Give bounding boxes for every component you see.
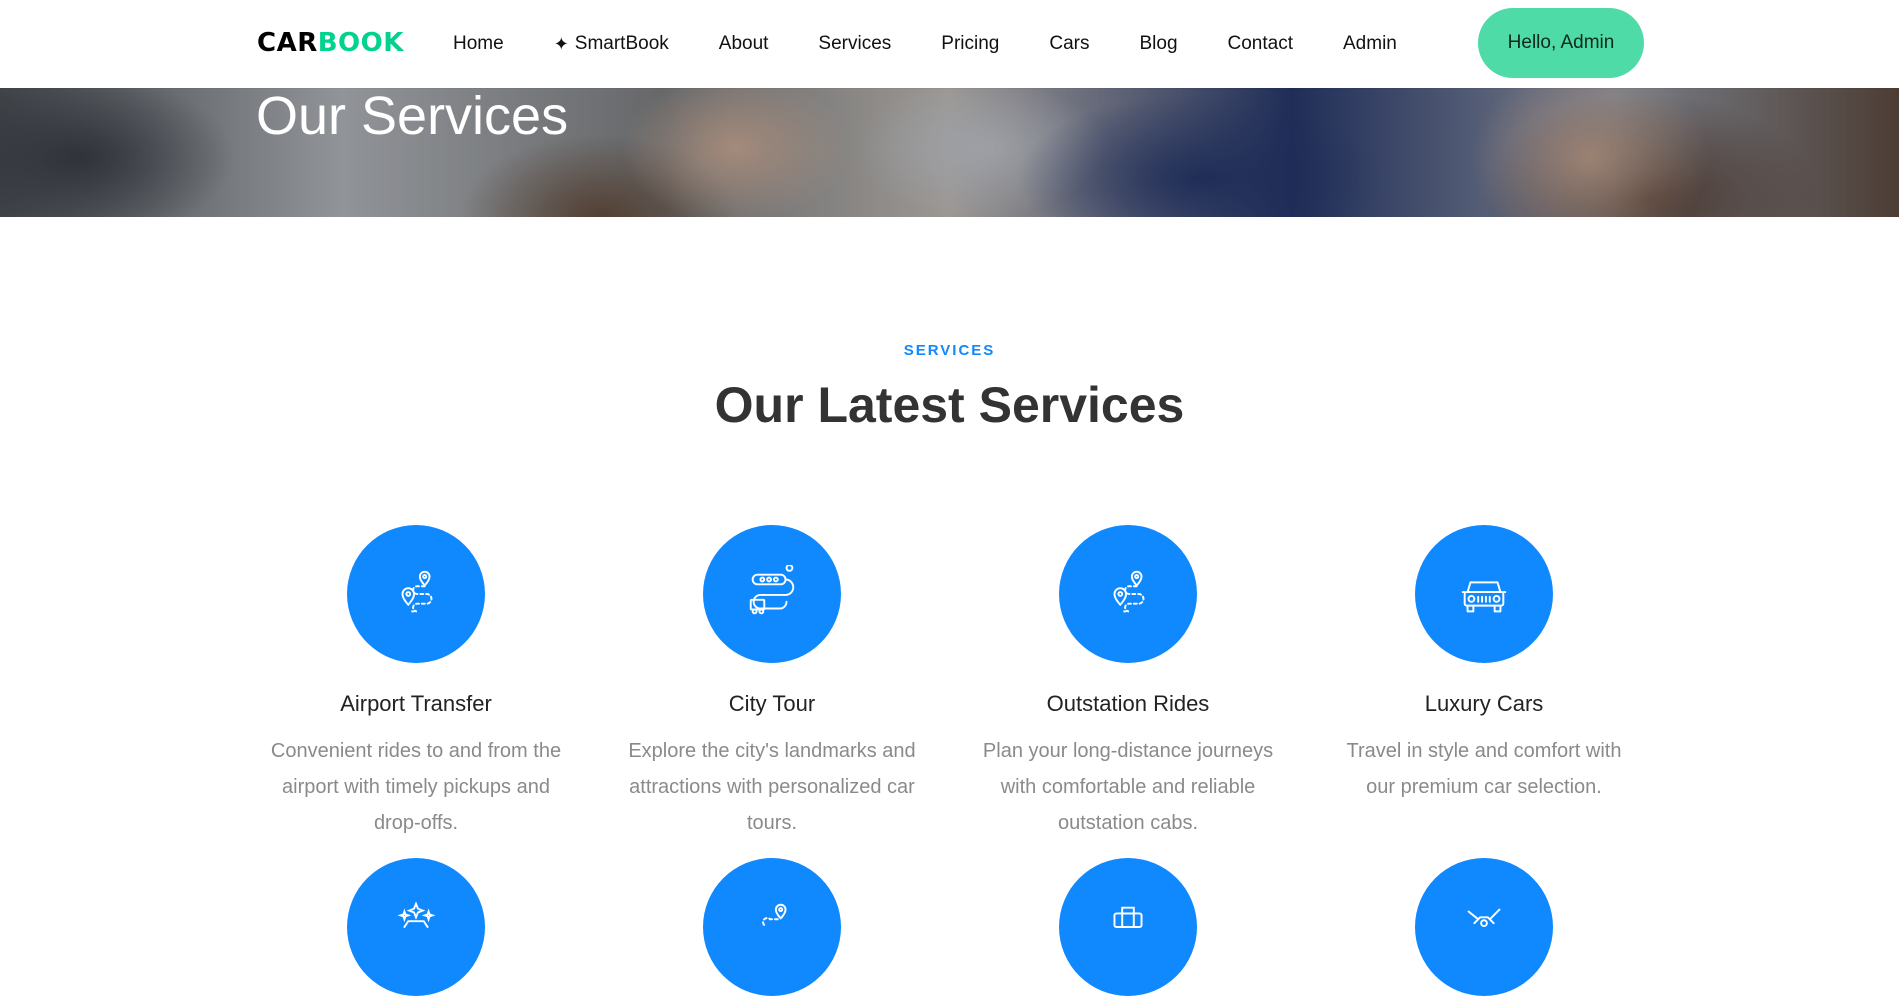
page-title: Our Services [256,88,569,146]
service-description: Explore the city's landmarks and attract… [628,740,916,834]
navbar: CARBOOK Home ✦ SmartBook About Services P… [0,0,1899,88]
service-title: Airport Transfer [340,691,492,716]
nav-item-services[interactable]: Services [818,33,891,55]
nav-label: Pricing [941,33,1000,54]
service-title: Outstation Rides [1046,691,1210,716]
nav-label: Cars [1049,33,1090,54]
user-greeting-button[interactable]: Hello, Admin [1478,8,1644,78]
nav-item-smartbook[interactable]: ✦ SmartBook [554,33,669,55]
nav-item-home[interactable]: Home [453,33,504,55]
route-pin-icon [347,525,485,663]
city-tour-icon [703,525,841,663]
main-nav: Home ✦ SmartBook About Services Pricing C… [428,0,1422,88]
brand-logo[interactable]: CARBOOK [257,28,404,58]
service-card-luxury-cars: Luxury Cars Travel in style and comfort … [1324,525,1644,805]
nav-label: Contact [1227,33,1293,54]
section-title: Our Latest Services [714,377,1185,433]
car-repair-icon [1415,858,1553,996]
service-description: Travel in style and comfort with our pre… [1346,740,1622,798]
section-eyebrow: SERVICES [903,342,996,359]
service-card-airport-transfer: Airport Transfer Convenient rides to and… [256,525,576,841]
nav-label: SmartBook [574,33,669,54]
nav-item-blog[interactable]: Blog [1139,33,1177,55]
nav-label: Blog [1139,33,1178,54]
nav-label: Services [818,33,892,54]
jeep-icon [1415,525,1553,663]
service-description: Convenient rides to and from the airport… [270,740,562,834]
nav-item-cars[interactable]: Cars [1049,33,1089,55]
nav-item-pricing[interactable]: Pricing [941,33,999,55]
route-pin-icon [1059,525,1197,663]
sparkle-car-icon [347,858,485,996]
nav-label: Admin [1343,33,1397,54]
brand-part-car: CAR [257,28,318,58]
nav-item-about[interactable]: About [719,33,769,55]
hero-banner: Our Services [0,88,1899,217]
brand-part-book: BOOK [317,28,404,58]
route-pin-icon [703,858,841,996]
luggage-icon [1059,858,1197,996]
service-description: Plan your long-distance journeys with co… [982,740,1274,834]
sparkle-icon: ✦ [553,33,569,54]
nav-item-contact[interactable]: Contact [1228,33,1293,55]
nav-label: About [718,33,769,54]
nav-label: Home [453,33,504,54]
service-card-outstation-rides: Outstation Rides Plan your long-distance… [968,525,1288,841]
nav-item-admin[interactable]: Admin [1343,33,1397,55]
service-title: Luxury Cars [1424,691,1544,716]
service-title: City Tour [728,691,816,716]
service-card-city-tour: City Tour Explore the city's landmarks a… [612,525,932,841]
